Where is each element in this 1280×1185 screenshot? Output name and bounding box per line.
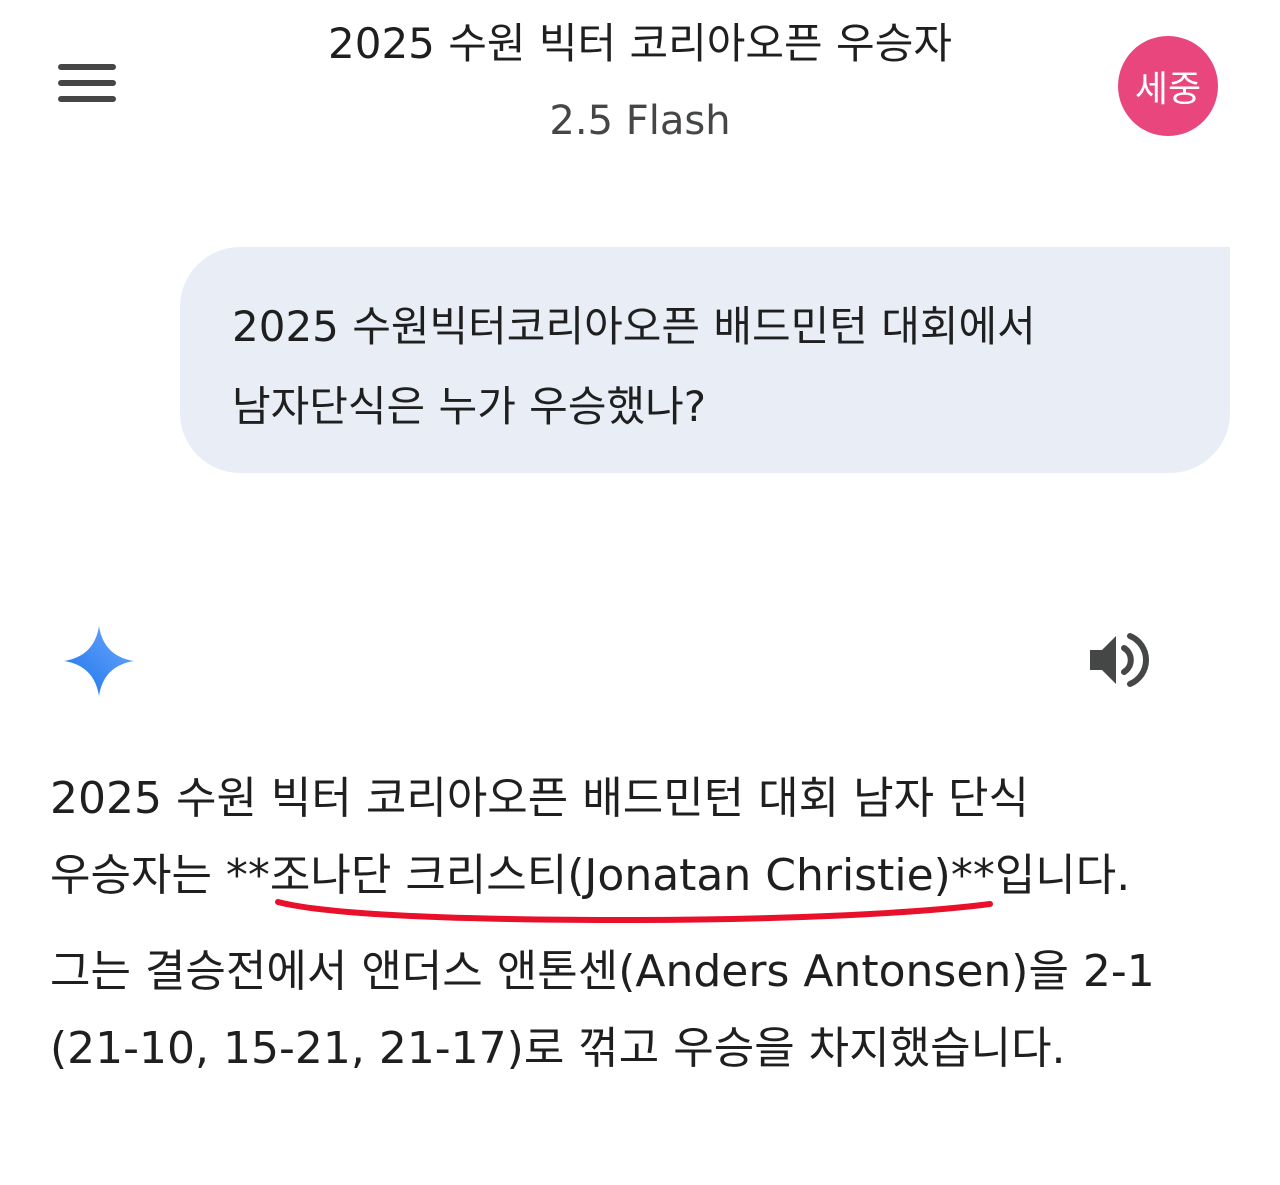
avatar-initials: 세중	[1134, 69, 1202, 110]
user-message-line: 남자단식은 누가 우승했나?	[232, 382, 707, 431]
speaker-icon[interactable]	[1086, 630, 1150, 690]
model-selector[interactable]: 2.5 Flash	[440, 98, 840, 144]
menu-icon[interactable]	[58, 64, 116, 106]
red-underline-annotation	[275, 899, 993, 924]
menu-bar	[58, 96, 116, 102]
menu-bar	[58, 80, 116, 86]
response-line: (21-10, 15-21, 21-17)로 꺾고 우승을 차지했습니다.	[50, 1023, 1066, 1074]
menu-bar	[58, 64, 116, 70]
user-message-line: 2025 수원빅터코리아오픈 배드민턴 대회에서	[232, 302, 1036, 351]
response-line: 그는 결승전에서 앤더스 앤톤센(Anders Antonsen)을 2-1	[50, 946, 1155, 997]
avatar[interactable]: 세중	[1118, 36, 1218, 136]
response-line: 2025 수원 빅터 코리아오픈 배드민턴 대회 남자 단식	[50, 773, 1029, 824]
user-message-bubble: 2025 수원빅터코리아오픈 배드민턴 대회에서 남자단식은 누가 우승했나?	[180, 247, 1230, 473]
chat-title[interactable]: 2025 수원 빅터 코리아오픈 우승자	[240, 10, 1040, 71]
response-text: 우승자는 **	[50, 850, 270, 901]
gemini-spark-icon	[64, 626, 134, 696]
